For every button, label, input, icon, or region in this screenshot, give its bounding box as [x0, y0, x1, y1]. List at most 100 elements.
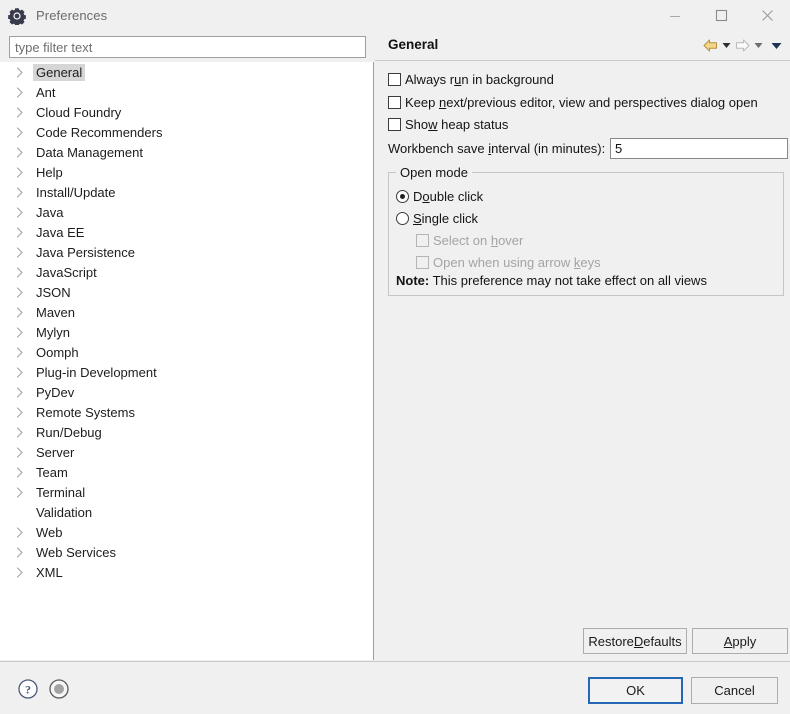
- chevron-right-icon[interactable]: [14, 546, 33, 558]
- tree-item-java-ee[interactable]: Java EE: [0, 222, 373, 242]
- record-circle-icon[interactable]: [48, 678, 70, 700]
- chevron-right-icon[interactable]: [14, 446, 33, 458]
- checkbox-row-open-when-using-arrow-keys: Open when using arrow keys: [416, 255, 601, 270]
- tree-item-java-persistence[interactable]: Java Persistence: [0, 242, 373, 262]
- checkbox-keep-editor-dialog-open[interactable]: [388, 96, 401, 109]
- preference-tree[interactable]: General Ant Cloud Foundry Code Recommenders…: [0, 62, 374, 660]
- tree-item-validation[interactable]: Validation: [0, 502, 373, 522]
- ok-button[interactable]: OK: [588, 677, 683, 704]
- chevron-right-icon[interactable]: [14, 206, 33, 218]
- radio-row-double-click[interactable]: Double click: [396, 189, 483, 204]
- checkbox-row-show-heap-status[interactable]: Show heap status: [388, 117, 508, 132]
- tree-item-ant[interactable]: Ant: [0, 82, 373, 102]
- chevron-right-icon[interactable]: [14, 326, 33, 338]
- search-input[interactable]: [9, 36, 366, 58]
- minimize-icon[interactable]: [652, 0, 698, 31]
- radio-row-single-click[interactable]: Single click: [396, 211, 478, 226]
- forward-arrow-icon: [734, 35, 751, 57]
- chevron-right-icon[interactable]: [14, 526, 33, 538]
- tree-item-mylyn[interactable]: Mylyn: [0, 322, 373, 342]
- tree-item-label: Remote Systems: [36, 404, 135, 420]
- chevron-right-icon[interactable]: [14, 246, 33, 258]
- tree-item-label: Java: [36, 204, 64, 220]
- cancel-button[interactable]: Cancel: [691, 677, 778, 704]
- chevron-right-icon[interactable]: [14, 346, 33, 358]
- tree-item-general[interactable]: General: [0, 62, 373, 82]
- checkbox-row-always-run-in-background[interactable]: Always run in background: [388, 72, 554, 87]
- chevron-right-icon[interactable]: [14, 106, 33, 118]
- tree-item-run-debug[interactable]: Run/Debug: [0, 422, 373, 442]
- close-icon[interactable]: [744, 0, 790, 31]
- chevron-right-icon[interactable]: [14, 406, 33, 418]
- tree-item-web-services[interactable]: Web Services: [0, 542, 373, 562]
- tree-item-data-management[interactable]: Data Management: [0, 142, 373, 162]
- page-nav-toolbar: [702, 31, 782, 60]
- help-question-icon[interactable]: ?: [17, 678, 39, 700]
- tree-item-java[interactable]: Java: [0, 202, 373, 222]
- view-menu-chevron-down-icon[interactable]: [771, 35, 782, 57]
- chevron-right-icon[interactable]: [14, 486, 33, 498]
- chevron-right-icon[interactable]: [14, 386, 33, 398]
- tree-item-json[interactable]: JSON: [0, 282, 373, 302]
- tree-item-remote-systems[interactable]: Remote Systems: [0, 402, 373, 422]
- checkbox-label-show-heap-status: Show heap status: [405, 117, 509, 132]
- tree-item-code-recommenders[interactable]: Code Recommenders: [0, 122, 373, 142]
- tree-item-label: Plug-in Development: [36, 364, 157, 380]
- tree-item-oomph[interactable]: Oomph: [0, 342, 373, 362]
- chevron-right-icon[interactable]: [14, 366, 33, 378]
- chevron-right-icon[interactable]: [14, 146, 33, 158]
- tree-item-install-update[interactable]: Install/Update: [0, 182, 373, 202]
- checkbox-always-run-in-background[interactable]: [388, 73, 401, 86]
- chevron-right-icon[interactable]: [14, 226, 33, 238]
- tree-item-label: JSON: [36, 284, 71, 300]
- tree-item-web[interactable]: Web: [0, 522, 373, 542]
- note-prefix: Note:: [396, 273, 430, 288]
- chevron-right-icon[interactable]: [14, 86, 33, 98]
- tree-item-label: Team: [36, 464, 68, 480]
- tree-item-team[interactable]: Team: [0, 462, 373, 482]
- chevron-right-icon[interactable]: [14, 426, 33, 438]
- tree-item-maven[interactable]: Maven: [0, 302, 373, 322]
- forward-menu-chevron-down-icon[interactable]: [754, 35, 763, 57]
- save-interval-label: Workbench save interval (in minutes):: [388, 141, 606, 156]
- tree-item-label: Help: [36, 164, 63, 180]
- tree-item-server[interactable]: Server: [0, 442, 373, 462]
- page-header: General: [375, 31, 790, 61]
- checkbox-select-on-hover: [416, 234, 429, 247]
- restore-defaults-button[interactable]: Restore Defaults: [583, 628, 687, 654]
- maximize-icon[interactable]: [698, 0, 744, 31]
- checkbox-row-keep-editor-dialog-open[interactable]: Keep next/previous editor, view and pers…: [388, 95, 758, 110]
- chevron-right-icon[interactable]: [14, 266, 33, 278]
- chevron-right-icon[interactable]: [14, 306, 33, 318]
- note-text: This preference may not take effect on a…: [432, 273, 707, 288]
- tree-item-label: Web Services: [36, 544, 116, 560]
- radio-double-click[interactable]: [396, 190, 409, 203]
- tree-item-pydev[interactable]: PyDev: [0, 382, 373, 402]
- open-mode-legend: Open mode: [396, 165, 472, 180]
- tree-item-help[interactable]: Help: [0, 162, 373, 182]
- tree-item-label: XML: [36, 564, 63, 580]
- checkbox-label-open-when-using-arrow-keys: Open when using arrow keys: [433, 255, 601, 270]
- checkbox-show-heap-status[interactable]: [388, 118, 401, 131]
- checkbox-label-select-on-hover: Select on hover: [433, 233, 524, 248]
- tree-item-label: Install/Update: [36, 184, 116, 200]
- chevron-right-icon[interactable]: [14, 66, 33, 78]
- save-interval-input[interactable]: [610, 138, 788, 159]
- tree-item-terminal[interactable]: Terminal: [0, 482, 373, 502]
- chevron-right-icon[interactable]: [14, 286, 33, 298]
- back-menu-chevron-down-icon[interactable]: [722, 35, 731, 57]
- tree-item-plug-in-development[interactable]: Plug-in Development: [0, 362, 373, 382]
- chevron-right-icon[interactable]: [14, 186, 33, 198]
- tree-item-javascript[interactable]: JavaScript: [0, 262, 373, 282]
- back-arrow-icon[interactable]: [702, 35, 719, 57]
- checkbox-label-always-run-in-background: Always run in background: [405, 72, 554, 87]
- chevron-right-icon[interactable]: [14, 126, 33, 138]
- apply-button[interactable]: Apply: [692, 628, 788, 654]
- checkbox-row-select-on-hover: Select on hover: [416, 233, 523, 248]
- tree-item-xml[interactable]: XML: [0, 562, 373, 582]
- radio-single-click[interactable]: [396, 212, 409, 225]
- tree-item-cloud-foundry[interactable]: Cloud Foundry: [0, 102, 373, 122]
- chevron-right-icon[interactable]: [14, 466, 33, 478]
- chevron-right-icon[interactable]: [14, 566, 33, 578]
- chevron-right-icon[interactable]: [14, 166, 33, 178]
